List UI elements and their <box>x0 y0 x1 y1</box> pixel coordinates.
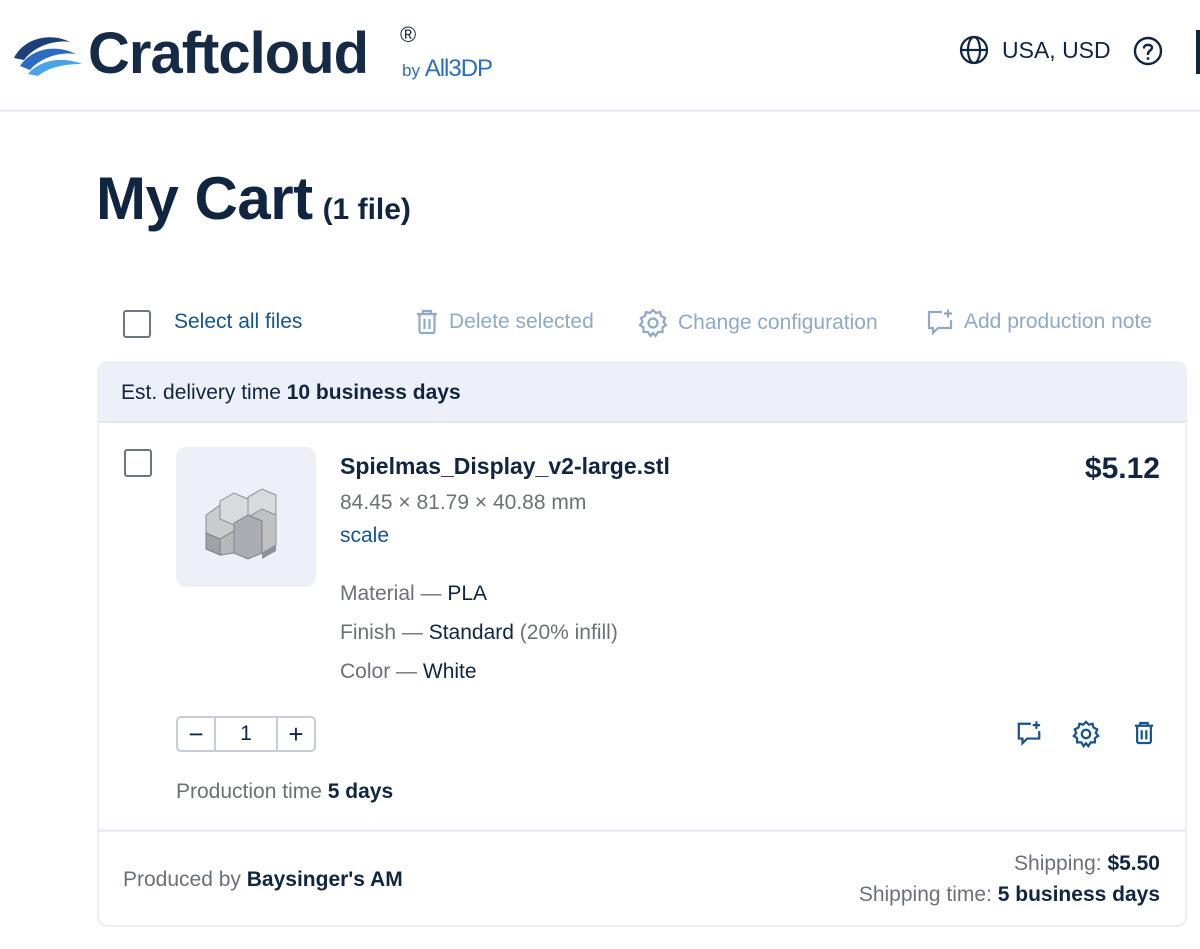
quantity-value[interactable]: 1 <box>214 718 278 750</box>
item-add-note-button[interactable] <box>1016 720 1042 751</box>
item-configure-button[interactable] <box>1072 720 1100 753</box>
producer-info: Produced by Baysinger's AM <box>123 868 403 892</box>
file-name: Spielmas_Display_v2-large.stl <box>340 453 670 479</box>
delivery-banner: Est. delivery time 10 business days <box>99 363 1185 423</box>
brand-name: Craftcloud <box>88 21 369 86</box>
item-delete-button[interactable] <box>1133 720 1155 751</box>
shipping-time-value: 5 business days <box>997 883 1160 906</box>
cloud-logo-icon <box>14 37 82 76</box>
finish-label: Finish — <box>340 621 423 644</box>
color-label: Color — <box>340 660 418 683</box>
delivery-value: 10 business days <box>286 381 461 404</box>
item-price: $5.12 <box>1084 452 1160 485</box>
site-header: Craftcloud ® by All3DP USA, USD <box>0 0 1200 112</box>
finish-spec: Finish — Standard (20% infill) <box>340 621 618 645</box>
trash-icon <box>1134 721 1154 745</box>
note-add-icon <box>1017 721 1041 746</box>
production-value: 5 days <box>327 780 394 803</box>
delete-selected-label: Delete selected <box>449 310 594 333</box>
gear-icon <box>1072 720 1100 749</box>
material-value: PLA <box>447 582 488 605</box>
region-label: USA, USD <box>1002 36 1111 63</box>
byline-by: by <box>402 61 420 80</box>
delivery-prefix: Est. delivery time <box>121 381 281 404</box>
change-configuration-label: Change configuration <box>678 311 878 334</box>
increment-button[interactable]: + <box>278 718 314 750</box>
help-button[interactable] <box>1132 35 1164 72</box>
decrement-button[interactable]: − <box>178 718 214 750</box>
add-production-note-button[interactable]: Add production note <box>926 308 1152 336</box>
production-prefix: Production time <box>176 780 322 803</box>
shipping-value: $5.50 <box>1107 852 1160 875</box>
model-dimensions: 84.45 × 81.79 × 40.88 mm <box>340 491 587 514</box>
parent-brand: All3DP <box>424 55 493 82</box>
page-title-row: My Cart (1 file) <box>96 164 411 233</box>
delete-selected-button[interactable]: Delete selected <box>415 308 594 336</box>
registered-mark: ® <box>400 22 417 47</box>
material-label: Material — <box>340 582 442 605</box>
note-add-icon <box>927 309 953 336</box>
produced-prefix: Produced by <box>123 868 241 891</box>
globe-icon <box>959 35 989 65</box>
select-all-label[interactable]: Select all files <box>174 310 302 334</box>
scale-link[interactable]: scale <box>340 524 389 548</box>
cart-toolbar: Select all files Delete selected Change … <box>0 306 1200 340</box>
quantity-stepper: − 1 + <box>176 716 316 752</box>
region-selector[interactable]: USA, USD <box>958 34 1111 66</box>
file-count: (1 file) <box>322 193 411 226</box>
delivery-time: Est. delivery time 10 business days <box>121 381 461 405</box>
add-production-note-label: Add production note <box>964 310 1152 333</box>
gear-icon <box>638 308 668 338</box>
finish-note: (20% infill) <box>519 621 618 644</box>
shipping-time-prefix: Shipping time: <box>858 883 992 906</box>
order-footer: Produced by Baysinger's AM Shipping: $5.… <box>99 829 1185 925</box>
color-spec: Color — White <box>340 660 477 684</box>
color-value: White <box>422 660 477 683</box>
page-title: My Cart <box>96 165 313 232</box>
select-all-checkbox[interactable] <box>123 310 151 338</box>
material-spec: Material — PLA <box>340 582 487 606</box>
model-preview-icon <box>205 488 277 560</box>
shipping-prefix: Shipping: <box>1014 852 1102 875</box>
brand-byline: by All3DP <box>402 55 493 83</box>
production-time: Production time 5 days <box>176 780 393 804</box>
model-thumbnail[interactable] <box>176 447 316 587</box>
trash-icon <box>417 309 437 335</box>
change-configuration-button[interactable]: Change configuration <box>638 308 878 338</box>
help-circle-icon <box>1133 36 1163 66</box>
shipping-cost: Shipping: $5.50 <box>1014 852 1160 876</box>
header-edge-button[interactable] <box>1196 30 1200 74</box>
shipping-time: Shipping time: 5 business days <box>859 883 1160 907</box>
finish-value: Standard <box>428 621 514 644</box>
item-checkbox[interactable] <box>124 449 152 477</box>
producer-name: Baysinger's AM <box>246 868 403 891</box>
select-all-text: Select all files <box>174 310 303 333</box>
cart-order-card: Est. delivery time 10 business days Spie… <box>97 361 1187 927</box>
